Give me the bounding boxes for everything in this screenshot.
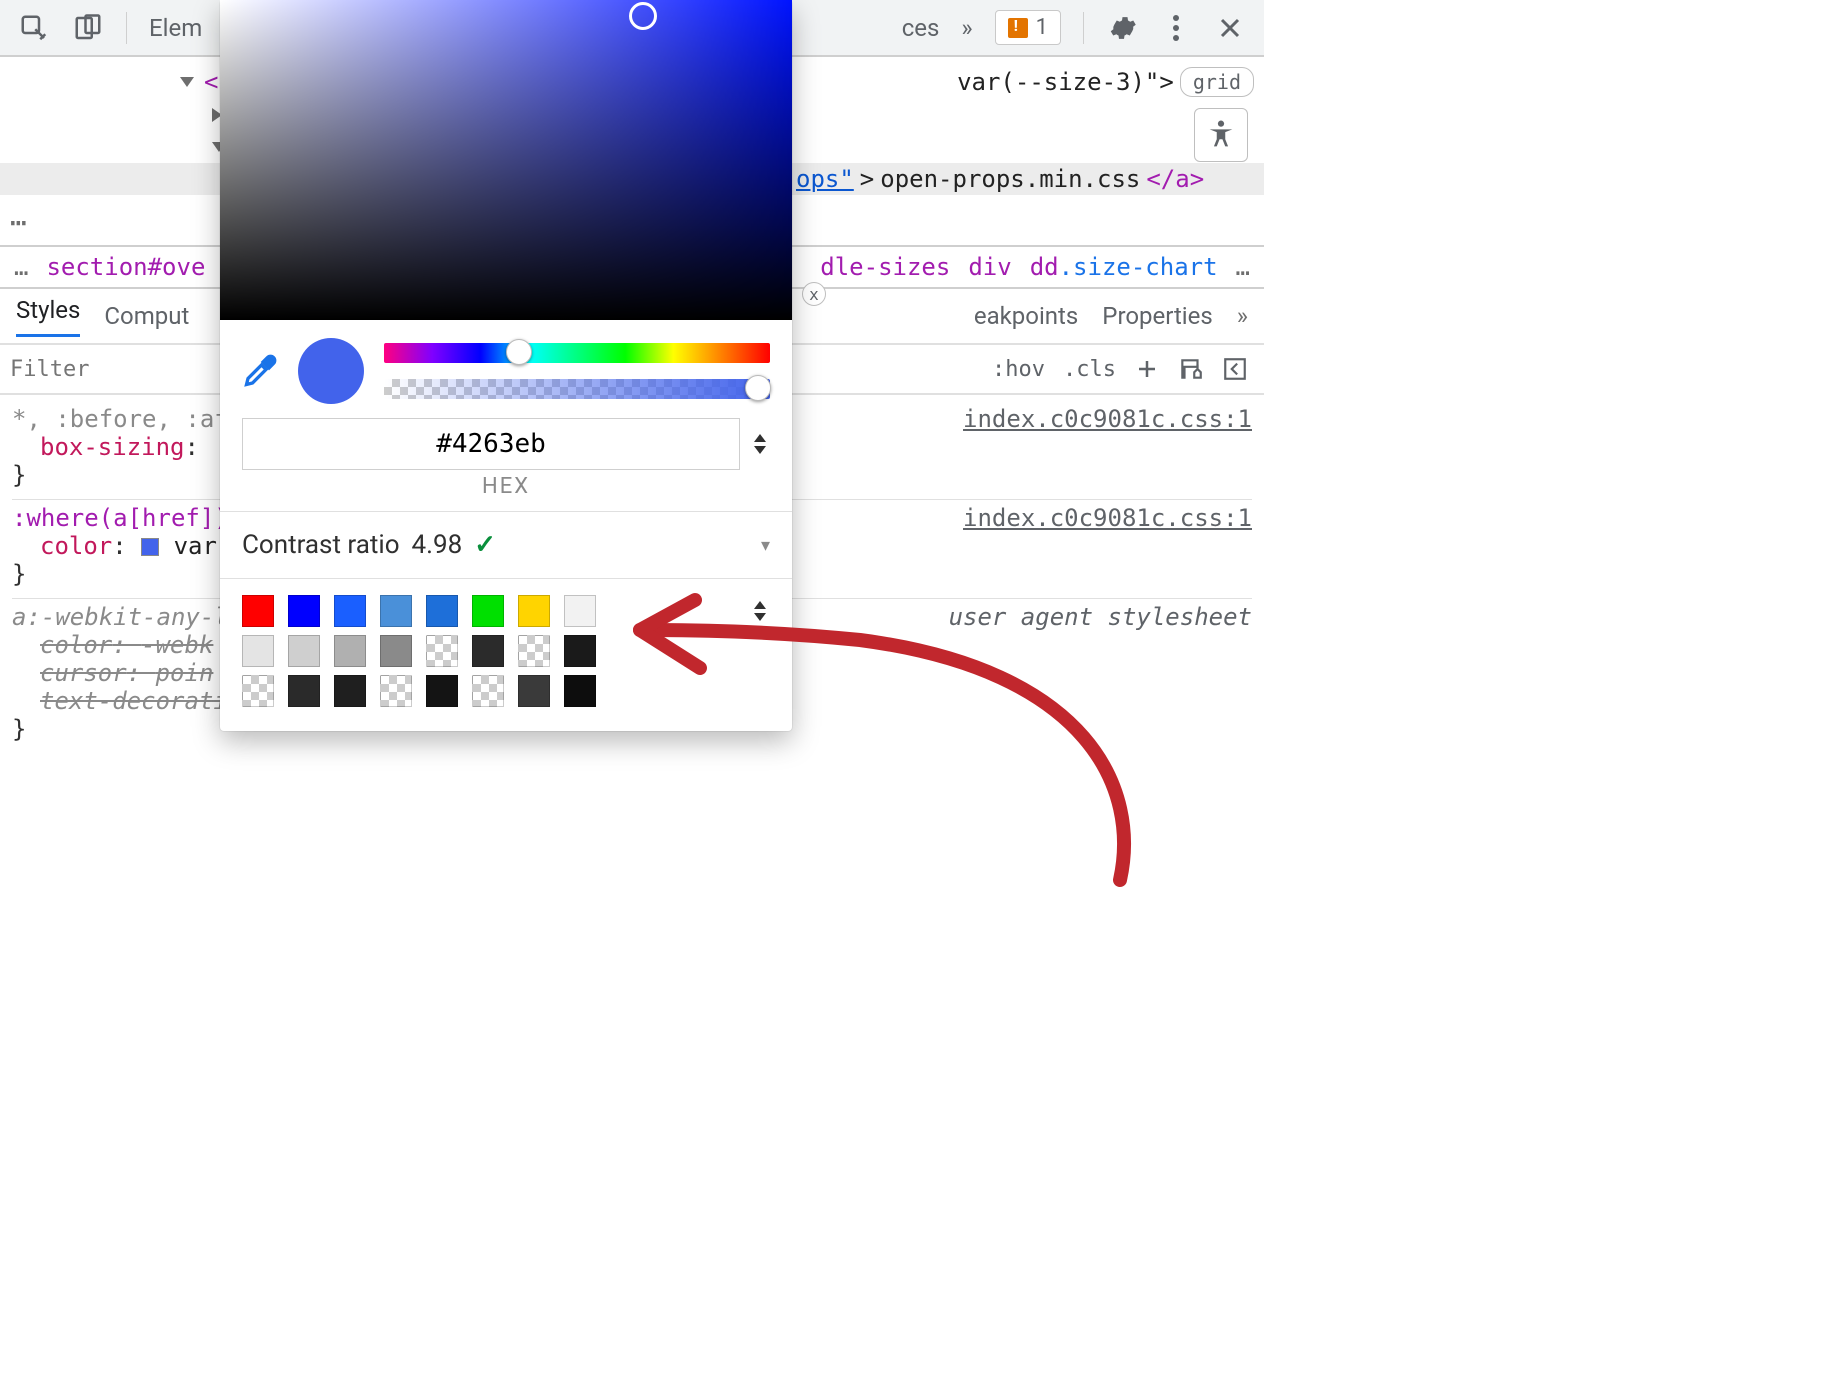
- palette-swatch[interactable]: [334, 635, 366, 667]
- palette-swatch[interactable]: [334, 675, 366, 707]
- palette-swatch[interactable]: [242, 595, 274, 627]
- palette-swatch[interactable]: [380, 675, 412, 707]
- breadcrumb-overflow-left[interactable]: …: [14, 253, 28, 281]
- palette-swatch[interactable]: [518, 595, 550, 627]
- declaration-val: poin: [156, 659, 214, 687]
- rule-origin-link[interactable]: index.c0c9081c.css:1: [963, 504, 1252, 532]
- palette-swatch[interactable]: [472, 635, 504, 667]
- rule-origin-link[interactable]: index.c0c9081c.css:1: [963, 405, 1252, 433]
- palette-swatch[interactable]: [242, 675, 274, 707]
- current-color-swatch: [298, 338, 364, 404]
- hue-slider[interactable]: [384, 343, 770, 363]
- computed-panel-toggle-icon[interactable]: [1222, 356, 1248, 382]
- styles-toolbar: :hov .cls: [976, 356, 1264, 382]
- caret-down-icon[interactable]: [754, 446, 766, 454]
- palette-swatch[interactable]: [380, 635, 412, 667]
- disclosure-triangle-icon[interactable]: [180, 77, 194, 87]
- chevron-down-icon[interactable]: ▾: [761, 535, 770, 556]
- eyedropper-icon[interactable]: [242, 353, 278, 389]
- issues-count: 1: [1036, 15, 1048, 40]
- palette-swatch[interactable]: [426, 635, 458, 667]
- sv-cursor[interactable]: [629, 2, 657, 30]
- breadcrumb-item[interactable]: section#ove: [46, 253, 205, 281]
- issues-badge[interactable]: 1: [995, 10, 1061, 45]
- palette-swatch[interactable]: [288, 675, 320, 707]
- rule-selector[interactable]: *, :before, :af: [12, 405, 229, 433]
- palette-swatch[interactable]: [426, 675, 458, 707]
- palette-swatch[interactable]: [518, 635, 550, 667]
- accessibility-button[interactable]: [1194, 108, 1248, 162]
- tree-gutter-ellipsis: ⋯: [10, 206, 29, 239]
- check-icon: ✓: [474, 530, 496, 560]
- warning-icon: [1008, 18, 1028, 38]
- declaration-prop[interactable]: color: [40, 532, 112, 560]
- anchor-text: >: [860, 165, 874, 193]
- alpha-slider[interactable]: [384, 379, 770, 399]
- declaration-prop: color: [40, 631, 112, 659]
- palette-swatch[interactable]: [564, 595, 596, 627]
- subtab-styles[interactable]: Styles: [16, 296, 80, 337]
- tag-close: </a>: [1146, 165, 1204, 193]
- declaration-val: -webk: [141, 631, 213, 659]
- palette-swatch[interactable]: [564, 635, 596, 667]
- subtab-overflow-icon[interactable]: »: [1237, 302, 1248, 330]
- palette-stepper[interactable]: [750, 601, 770, 621]
- palette-swatch[interactable]: [426, 595, 458, 627]
- inspect-element-icon[interactable]: [18, 12, 50, 44]
- panel-tab-sources-suffix[interactable]: ces: [902, 14, 940, 42]
- breadcrumb-item[interactable]: dle-sizes: [820, 253, 950, 281]
- attr-text: var(--size-3)">: [957, 68, 1174, 96]
- anchor-text-content: open-props.min.css: [880, 165, 1140, 193]
- selected-chip-close-icon[interactable]: x: [802, 282, 826, 306]
- settings-gear-icon[interactable]: [1106, 12, 1138, 44]
- breadcrumb-item[interactable]: dd.size-chart: [1030, 253, 1218, 281]
- rule-origin-ua: user agent stylesheet: [949, 603, 1252, 631]
- kebab-menu-icon[interactable]: [1160, 12, 1192, 44]
- hex-input[interactable]: [242, 418, 740, 470]
- palette-swatch[interactable]: [472, 675, 504, 707]
- alpha-thumb[interactable]: [745, 375, 771, 401]
- subtab-dom-breakpoints[interactable]: eakpoints: [974, 302, 1078, 330]
- hue-thumb[interactable]: [506, 339, 532, 365]
- saturation-value-field[interactable]: [220, 0, 792, 320]
- panel-tabs-overflow-icon[interactable]: »: [961, 14, 972, 42]
- declaration-prop[interactable]: box-sizing: [40, 433, 185, 461]
- close-icon[interactable]: [1214, 12, 1246, 44]
- palette-swatch[interactable]: [288, 635, 320, 667]
- palette-swatch[interactable]: [472, 595, 504, 627]
- cls-toggle[interactable]: .cls: [1063, 357, 1116, 382]
- rule-selector: a:-webkit-any-l: [12, 603, 229, 631]
- palette-swatch[interactable]: [242, 635, 274, 667]
- palette-swatch[interactable]: [288, 595, 320, 627]
- format-stepper[interactable]: [750, 434, 770, 454]
- panel-tab-elements[interactable]: Elem: [149, 14, 202, 42]
- declaration-val[interactable]: var: [174, 532, 217, 560]
- palette-swatch[interactable]: [518, 675, 550, 707]
- palette-swatch[interactable]: [334, 595, 366, 627]
- rule-selector[interactable]: :where(a[href]): [12, 504, 229, 532]
- hov-toggle[interactable]: :hov: [992, 357, 1045, 382]
- subtab-properties[interactable]: Properties: [1102, 302, 1212, 330]
- contrast-value: 4.98: [412, 530, 463, 560]
- contrast-ratio-row[interactable]: Contrast ratio 4.98 ✓ ▾: [220, 512, 792, 578]
- breadcrumb-overflow-right[interactable]: …: [1236, 253, 1250, 281]
- contrast-label: Contrast ratio: [242, 530, 400, 560]
- format-label: HEX: [220, 474, 792, 511]
- href-attr[interactable]: ops": [796, 165, 854, 193]
- declaration-prop: cursor: [40, 659, 127, 687]
- device-toggle-icon[interactable]: [72, 12, 104, 44]
- palette-swatch[interactable]: [380, 595, 412, 627]
- paint-brush-icon[interactable]: [1178, 356, 1204, 382]
- layout-badge-grid[interactable]: grid: [1180, 67, 1254, 97]
- palette-swatch[interactable]: [564, 675, 596, 707]
- palette-swatches: [220, 579, 792, 731]
- color-swatch-icon[interactable]: [141, 538, 159, 556]
- subtab-computed[interactable]: Comput: [104, 302, 189, 330]
- breadcrumb-item[interactable]: div: [968, 253, 1011, 281]
- caret-up-icon[interactable]: [754, 434, 766, 442]
- color-picker-popover: HEX Contrast ratio 4.98 ✓ ▾: [220, 0, 792, 731]
- new-rule-plus-icon[interactable]: [1134, 356, 1160, 382]
